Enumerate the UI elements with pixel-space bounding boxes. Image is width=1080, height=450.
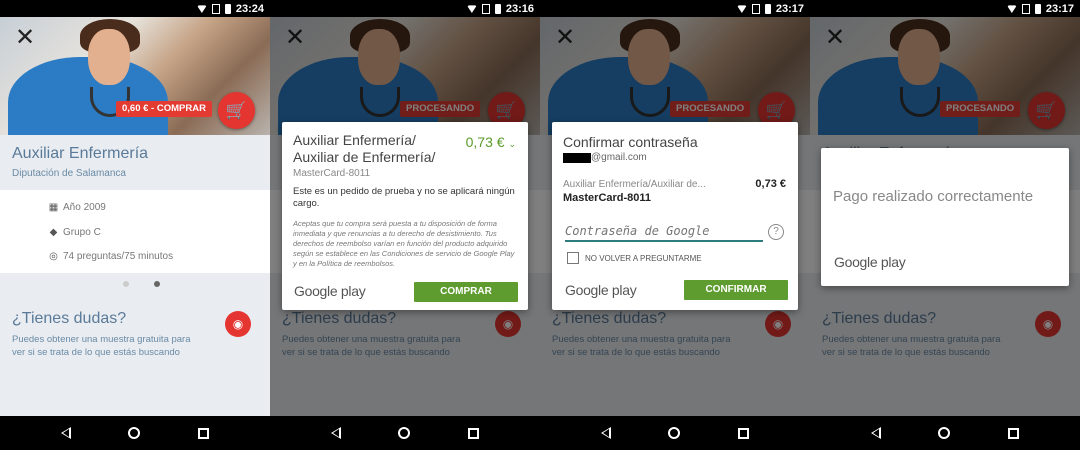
- payment-card: MasterCard-8011: [563, 192, 652, 204]
- status-bar: 23:17: [810, 0, 1080, 17]
- item-name: Auxiliar Enfermería/Auxiliar de...: [563, 179, 706, 190]
- account-email: @gmail.com: [563, 152, 647, 163]
- dialog-title: Auxiliar Enfermería/ Auxiliar de Enferme…: [293, 132, 436, 165]
- wifi-icon: [1006, 5, 1017, 13]
- clock: 23:17: [775, 2, 804, 15]
- status-bar: 23:17: [540, 0, 810, 17]
- cart-icon: 🛒: [225, 101, 248, 120]
- screen-purchase-dialog: 23:16 ✕ PROCESANDO 🛒 Auxiliar Enfermería…: [270, 0, 540, 450]
- back-icon[interactable]: [870, 427, 881, 439]
- google-play-logo: Google play: [565, 282, 637, 298]
- home-icon[interactable]: [938, 427, 951, 439]
- cart-fab[interactable]: 🛒: [218, 92, 255, 129]
- back-icon[interactable]: [330, 427, 341, 439]
- google-play-logo: Google play: [834, 254, 906, 270]
- screen-payment-success: 23:17 ✕ PROCESANDO 🛒 Auxiliar Enfermería…: [810, 0, 1080, 450]
- course-title: Auxiliar Enfermería: [12, 145, 149, 162]
- success-message: Pago realizado correctamente: [833, 188, 1034, 205]
- status-bar: 23:24: [0, 0, 270, 17]
- item-price: 0,73 €: [755, 178, 786, 190]
- recents-icon[interactable]: [198, 427, 210, 439]
- pager-dots[interactable]: [123, 281, 160, 287]
- nav-bar: [810, 416, 1080, 450]
- no-sim-icon: [751, 3, 760, 14]
- no-sim-icon: [1021, 3, 1030, 14]
- battery-icon: [1034, 3, 1041, 14]
- recents-icon[interactable]: [468, 427, 480, 439]
- close-icon[interactable]: ✕: [14, 26, 36, 50]
- password-field[interactable]: [565, 222, 763, 242]
- home-icon[interactable]: [398, 427, 411, 439]
- clock: 23:24: [235, 2, 264, 15]
- test-notice: Este es un pedido de prueba y no se apli…: [293, 186, 515, 209]
- buy-button[interactable]: 0,60 € - COMPRAR: [116, 101, 212, 117]
- info-group: ◆ Grupo C: [49, 227, 101, 238]
- google-play-logo: Google play: [294, 283, 366, 299]
- dialog-title: Confirmar contraseña: [563, 134, 698, 150]
- wifi-icon: [736, 5, 747, 13]
- doubts-text: Puedes obtener una muestra gratuita para…: [12, 334, 191, 358]
- success-dialog: Pago realizado correctamente Google play: [821, 148, 1069, 286]
- price[interactable]: 0,73 € ⌄: [466, 134, 516, 150]
- buy-confirm-button[interactable]: COMPRAR: [414, 282, 518, 302]
- no-sim-icon: [211, 3, 220, 14]
- clock: 23:17: [1045, 2, 1074, 15]
- screen-product: 23:24 ✕ 0,60 € - COMPRAR 🛒 Auxiliar Enfe…: [0, 0, 270, 450]
- info-year: ▦ Año 2009: [48, 202, 106, 213]
- purchase-dialog: Auxiliar Enfermería/ Auxiliar de Enferme…: [282, 122, 528, 310]
- confirm-button[interactable]: CONFIRMAR: [684, 280, 788, 300]
- checkbox[interactable]: [567, 252, 579, 264]
- course-subtitle: Diputación de Salamanca: [12, 168, 126, 179]
- battery-icon: [494, 3, 501, 14]
- dont-ask-checkbox[interactable]: NO VOLVER A PREGUNTARME: [567, 252, 702, 264]
- status-bar: 23:16: [270, 0, 540, 17]
- watch-icon: ◎: [49, 251, 58, 262]
- help-icon[interactable]: ?: [768, 224, 784, 240]
- nav-bar: [0, 416, 270, 450]
- back-icon[interactable]: [600, 427, 611, 439]
- chevron-down-icon: ⌄: [508, 139, 516, 149]
- tag-icon: ◆: [49, 227, 58, 238]
- recents-icon[interactable]: [1008, 427, 1020, 439]
- wifi-icon: [466, 5, 477, 13]
- no-sim-icon: [481, 3, 490, 14]
- legal-text: Aceptas que tu compra será puesta a tu d…: [293, 219, 515, 268]
- battery-icon: [764, 3, 771, 14]
- doubts-title: ¿Tienes dudas?: [12, 310, 127, 327]
- recents-icon[interactable]: [738, 427, 750, 439]
- info-card: ▦ Año 2009 ◆ Grupo C ◎ 74 preguntas/75 minu…: [0, 190, 270, 273]
- back-icon[interactable]: [60, 427, 71, 439]
- nav-bar: [540, 416, 810, 450]
- clock: 23:16: [505, 2, 534, 15]
- home-icon[interactable]: [668, 427, 681, 439]
- payment-card[interactable]: MasterCard-8011: [293, 168, 370, 179]
- password-dialog: Confirmar contraseña @gmail.com Auxiliar…: [552, 122, 798, 310]
- calendar-icon: ▦: [48, 202, 59, 213]
- battery-icon: [224, 3, 231, 14]
- eye-icon: ◉: [232, 317, 244, 331]
- screen-password-dialog: 23:17 ✕ PROCESANDO 🛒 Auxiliar Enfermería…: [540, 0, 810, 450]
- nav-bar: [270, 416, 540, 450]
- wifi-icon: [196, 5, 207, 13]
- preview-eye-button[interactable]: ◉: [225, 311, 251, 337]
- info-questions: ◎ 74 preguntas/75 minutos: [49, 251, 174, 262]
- home-icon[interactable]: [128, 427, 141, 439]
- redacted-block: [563, 152, 591, 163]
